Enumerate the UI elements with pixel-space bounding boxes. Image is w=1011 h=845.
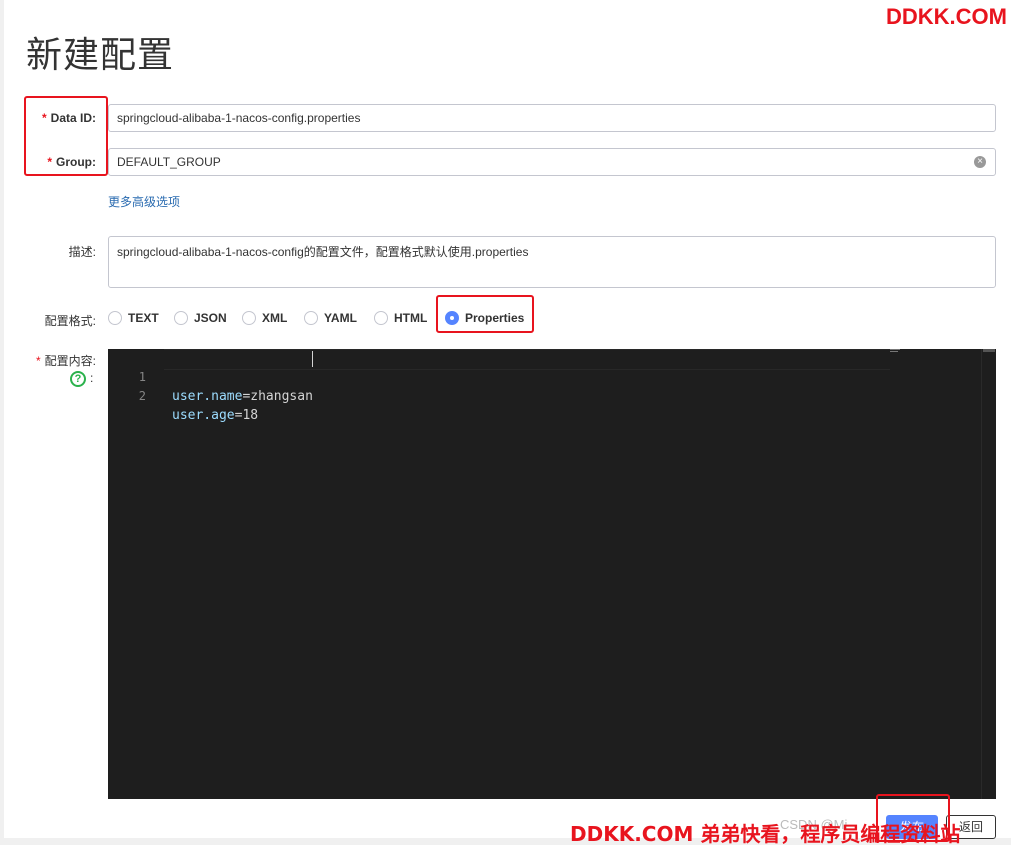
help-colon: : [90, 371, 94, 385]
radio-label: YAML [324, 311, 357, 325]
clear-icon[interactable]: × [974, 156, 986, 168]
advanced-options-link[interactable]: 更多高级选项 [108, 193, 180, 210]
radio-text[interactable]: TEXT [108, 306, 159, 330]
radio-label: XML [262, 311, 288, 325]
content-label-text: 配置内容: [44, 354, 96, 368]
format-label: 配置格式: [44, 314, 96, 328]
text-cursor [312, 351, 313, 367]
highlight-box-id-group [24, 96, 108, 176]
radio-label: JSON [194, 311, 227, 325]
watermark-top: DDKK.COM [886, 4, 1007, 29]
help-icon[interactable]: ? [70, 371, 86, 387]
data-id-value: springcloud-alibaba-1-nacos-config.prope… [117, 111, 361, 125]
radio-html[interactable]: HTML [374, 306, 427, 330]
radio-circle-icon [174, 311, 188, 325]
group-input[interactable]: DEFAULT_GROUP × [108, 148, 996, 176]
code-line-1: 1 user.name=zhangsan [108, 349, 888, 404]
editor-scrollbar[interactable] [981, 349, 996, 799]
line-number: 2 [138, 389, 146, 403]
radio-circle-icon [108, 311, 122, 325]
left-edge [0, 0, 4, 845]
new-config-page: 新建配置 DDKK.COM * Data ID: springcloud-alib… [0, 0, 1011, 845]
group-value: DEFAULT_GROUP [117, 155, 221, 169]
code-text: user.name=zhangsan [172, 389, 313, 404]
radio-xml[interactable]: XML [242, 306, 287, 330]
radio-json[interactable]: JSON [174, 306, 227, 330]
radio-circle-icon [242, 311, 256, 325]
code-text: user.age=18 [172, 408, 259, 423]
highlight-box-properties [436, 295, 534, 333]
description-textarea[interactable]: springcloud-alibaba-1-nacos-config的配置文件，… [108, 236, 996, 288]
description-label: 描述: [68, 245, 96, 259]
radio-circle-icon [304, 311, 318, 325]
data-id-input[interactable]: springcloud-alibaba-1-nacos-config.prope… [108, 104, 996, 132]
page-title: 新建配置 [26, 35, 175, 76]
radio-circle-icon [374, 311, 388, 325]
minimap[interactable] [890, 349, 904, 355]
radio-label: HTML [394, 311, 428, 325]
code-line-2: 2 user.age=18 [108, 368, 888, 423]
content-label: * 配置内容: [28, 352, 96, 369]
watermark-bottom: DDKK.COM 弟弟快看，程序员编程资料站 [570, 822, 961, 845]
code-editor[interactable]: 1 user.name=zhangsan 2 user.age=18 [108, 349, 996, 799]
radio-yaml[interactable]: YAML [304, 306, 357, 330]
radio-label: TEXT [128, 311, 159, 325]
scrollbar-thumb[interactable] [983, 349, 995, 352]
description-value: springcloud-alibaba-1-nacos-config的配置文件，… [117, 245, 529, 259]
required-mark: * [35, 354, 41, 368]
